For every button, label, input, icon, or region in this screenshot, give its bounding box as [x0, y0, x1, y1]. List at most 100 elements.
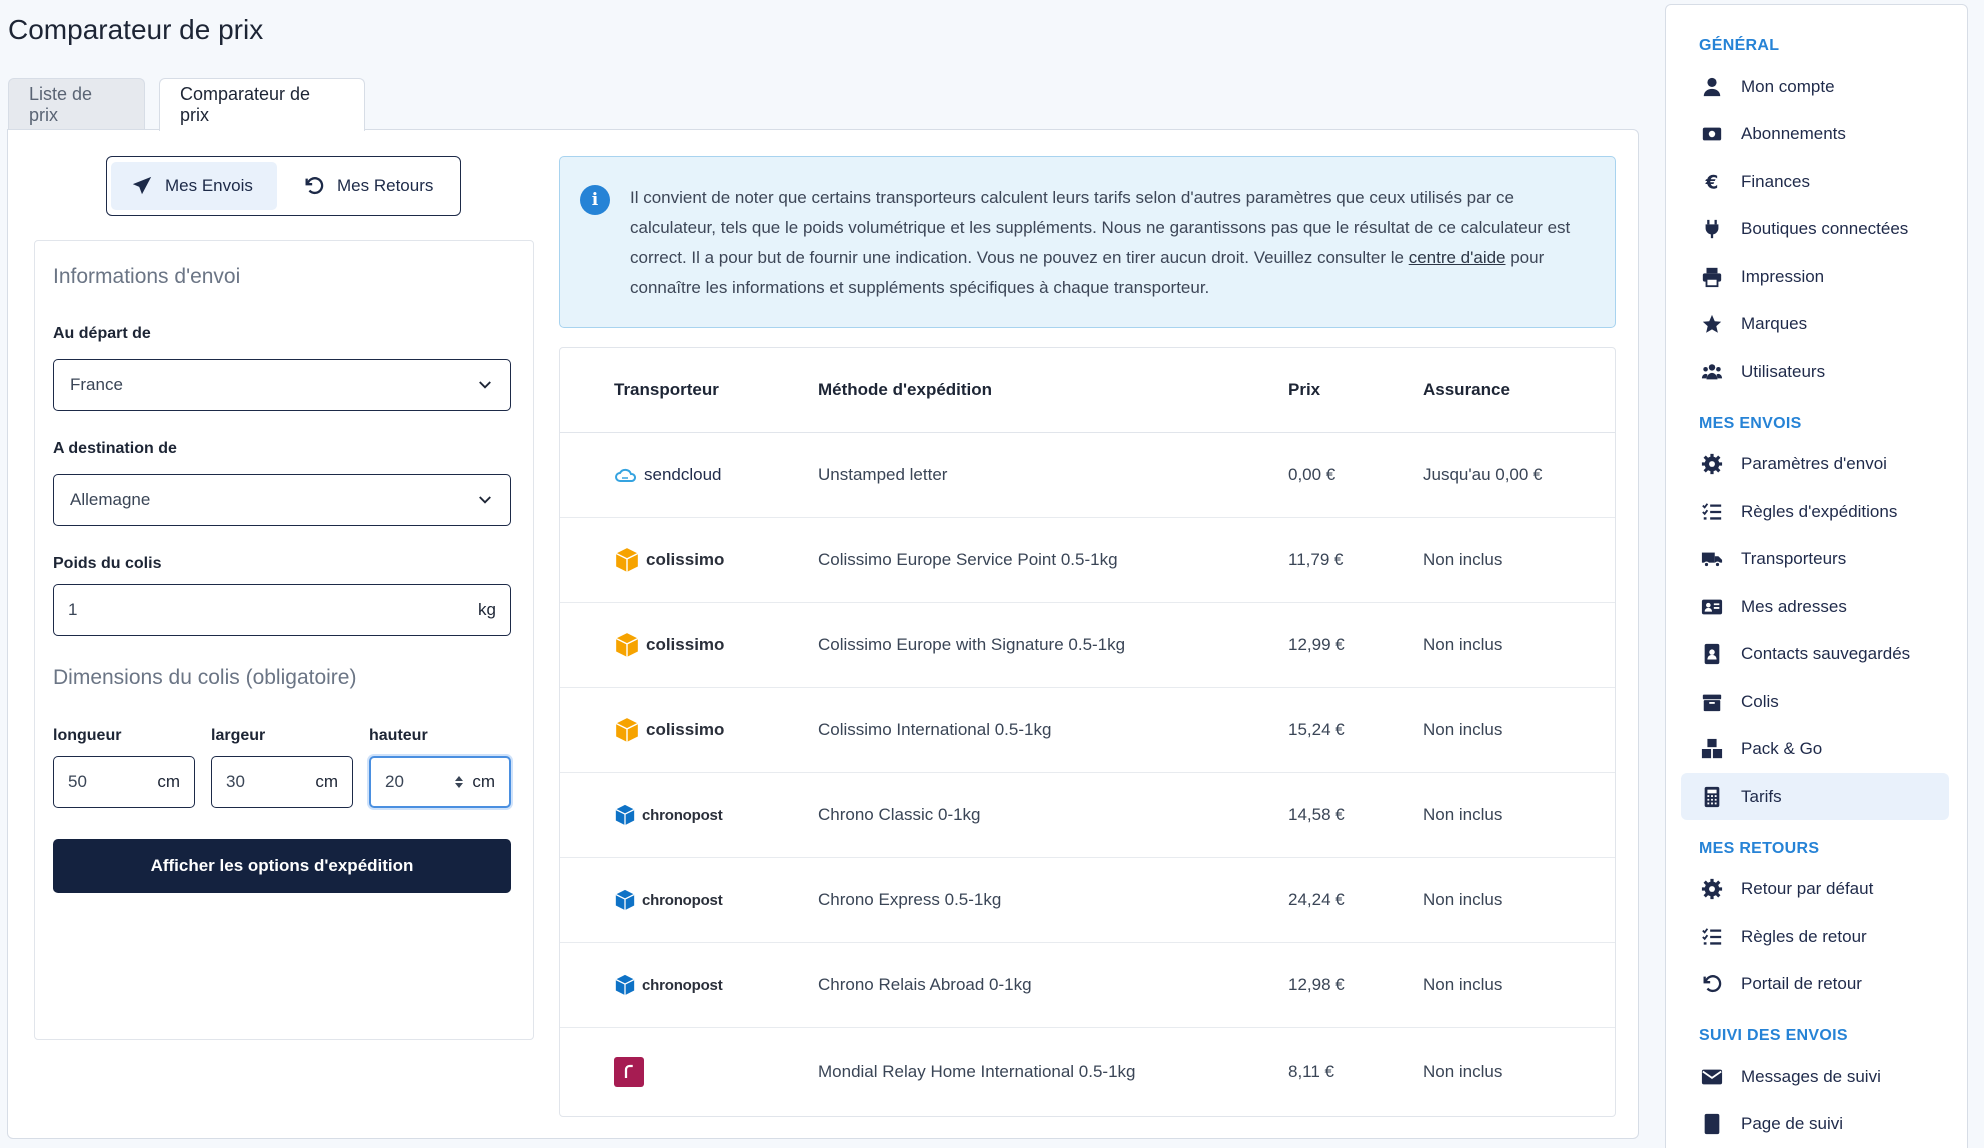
- tab-price-comparator[interactable]: Comparateur de prix: [159, 78, 365, 131]
- printer-icon: [1702, 267, 1722, 287]
- table-row[interactable]: sendcloud Unstamped letter 0,00 € Jusqu'au …: [560, 433, 1615, 518]
- shipping-info-title: Informations d'envoi: [53, 265, 241, 288]
- chronopost-cube-icon: [615, 974, 635, 996]
- method-cell: Chrono Classic 0-1kg: [818, 805, 981, 824]
- colissimo-box-icon: [615, 633, 639, 657]
- sidebar-item-regles-de-retour[interactable]: Règles de retour: [1681, 913, 1949, 960]
- height-input[interactable]: 20 cm: [369, 756, 511, 808]
- table-row[interactable]: Mondial Relay Home International 0.5-1kg…: [560, 1028, 1615, 1115]
- sidebar-item-marques[interactable]: Marques: [1681, 301, 1949, 348]
- page-title: Comparateur de prix: [8, 14, 264, 45]
- sidebar-item-label: Impression: [1741, 266, 1825, 286]
- header-method: Méthode d'expédition: [818, 380, 993, 399]
- insurance-cell: Jusqu'au 0,00 €: [1423, 465, 1543, 484]
- sidebar-item-utilisateurs[interactable]: Utilisateurs: [1681, 348, 1949, 395]
- price-cell: 0,00 €: [1288, 465, 1336, 484]
- sidebar-item-parametres-d-envoi[interactable]: Paramètres d'envoi: [1681, 441, 1949, 488]
- sidebar-item-messages-de-suivi[interactable]: Messages de suivi: [1681, 1053, 1949, 1100]
- sidebar-section-title: SUIVI DES ENVOIS: [1699, 1027, 1848, 1044]
- width-unit: cm: [315, 772, 338, 791]
- returns-toggle-label: Mes Retours: [337, 176, 434, 195]
- method-cell: Colissimo International 0.5-1kg: [818, 720, 1052, 739]
- sidebar-item-label: Marques: [1741, 314, 1808, 333]
- from-country-select[interactable]: France: [53, 359, 511, 411]
- plug-icon: [1705, 219, 1719, 239]
- paper-plane-icon: [132, 176, 152, 195]
- sidebar-item-label: Contacts sauvegardés: [1741, 644, 1911, 663]
- users-icon: [1701, 363, 1723, 379]
- table-row[interactable]: colissimo Colissimo International 0.5-1kg…: [560, 688, 1615, 773]
- chevron-down-icon: [479, 381, 491, 389]
- price-cell: 12,98 €: [1288, 975, 1345, 994]
- width-input[interactable]: 30 cm: [211, 756, 353, 808]
- table-header: Transporteur Méthode d'expédition Prix A…: [560, 348, 1615, 433]
- sends-toggle-button[interactable]: Mes Envois: [111, 162, 277, 210]
- sidebar-item-tarifs[interactable]: Tarifs: [1681, 773, 1949, 820]
- gear-icon: [1701, 453, 1723, 475]
- price-cell: 24,24 €: [1288, 890, 1345, 909]
- sidebar-item-colis[interactable]: Colis: [1681, 678, 1949, 725]
- tab-price-list[interactable]: Liste de prix: [8, 78, 145, 130]
- sidebar-item-label: Tarifs: [1741, 786, 1782, 806]
- sidebar-item-label: Mes adresses: [1741, 596, 1847, 616]
- undo-icon: [305, 177, 324, 195]
- sidebar-item-retour-par-defaut[interactable]: Retour par défaut: [1681, 866, 1949, 913]
- table-row[interactable]: colissimo Colissimo Europe Service Point …: [560, 518, 1615, 603]
- sidebar-item-portail-de-retour[interactable]: Portail de retour: [1681, 961, 1949, 1008]
- table-row[interactable]: colissimo Colissimo Europe with Signature…: [560, 603, 1615, 688]
- carrier-cell: [614, 1056, 644, 1087]
- height-value: 20: [385, 772, 404, 791]
- header-price: Prix: [1288, 380, 1321, 399]
- carrier-name: chronopost: [642, 891, 723, 909]
- sidebar-item-mes-adresses[interactable]: Mes adresses: [1681, 583, 1949, 630]
- sidebar-item-impression[interactable]: Impression: [1681, 253, 1949, 300]
- price-cell: 12,99 €: [1288, 635, 1345, 654]
- colissimo-box-icon: [615, 548, 639, 572]
- info-notice: i Il convient de noter que certains tran…: [559, 156, 1616, 328]
- sidebar-item-label: Pack & Go: [1741, 739, 1823, 758]
- sidebar-item-transporteurs[interactable]: Transporteurs: [1681, 536, 1949, 583]
- chevron-down-icon: [479, 496, 491, 504]
- sidebar-item-label: Page de suivi: [1741, 1114, 1844, 1133]
- page-icon: [1704, 1113, 1720, 1135]
- envelope-icon: [1701, 1069, 1723, 1084]
- table-row[interactable]: chronopost Chrono Relais Abroad 0-1kg 12,9…: [560, 943, 1615, 1028]
- sidebar-item-label: Retour par défaut: [1741, 879, 1874, 898]
- colissimo-box-icon: [615, 718, 639, 742]
- box-icon: [1702, 694, 1722, 711]
- weight-label: Poids du colis: [53, 555, 162, 572]
- help-center-link[interactable]: centre d'aide: [1409, 248, 1506, 267]
- sidebar-item-boutiques-connectees[interactable]: Boutiques connectées: [1681, 206, 1949, 253]
- comparator-panel: Mes Envois Mes Retours Informations d'en…: [7, 129, 1639, 1139]
- table-row[interactable]: chronopost Chrono Express 0.5-1kg 24,24 € N…: [560, 858, 1615, 943]
- length-input[interactable]: 50 cm: [53, 756, 195, 808]
- carrier-name: chronopost: [642, 806, 723, 824]
- sidebar-item-abonnements[interactable]: Abonnements: [1681, 111, 1949, 158]
- sidebar-item-finances[interactable]: € Finances: [1681, 158, 1949, 205]
- to-country-select[interactable]: Allemagne: [53, 474, 511, 526]
- returns-toggle-button[interactable]: Mes Retours: [283, 162, 453, 210]
- height-label: hauteur: [369, 727, 428, 744]
- sidebar-item-regles-d-expeditions[interactable]: Règles d'expéditions: [1681, 488, 1949, 535]
- sidebar-item-page-de-suivi[interactable]: Page de suivi: [1681, 1101, 1949, 1148]
- show-shipping-options-button[interactable]: Afficher les options d'expédition: [53, 839, 511, 893]
- method-cell: Chrono Relais Abroad 0-1kg: [818, 975, 1032, 994]
- header-insurance: Assurance: [1423, 380, 1510, 399]
- gear-icon: [1701, 878, 1723, 900]
- number-spinner-icon[interactable]: [454, 774, 464, 790]
- sidebar-item-contacts-sauvegardes[interactable]: Contacts sauvegardés: [1681, 631, 1949, 678]
- insurance-cell: Non inclus: [1423, 635, 1503, 654]
- from-country-value: France: [70, 375, 123, 394]
- direction-toggle: Mes Envois Mes Retours: [106, 156, 461, 216]
- insurance-cell: Non inclus: [1423, 550, 1503, 569]
- results-table: Transporteur Méthode d'expédition Prix A…: [559, 347, 1616, 1117]
- weight-input[interactable]: 1 kg: [53, 584, 511, 636]
- user-icon: [1703, 77, 1721, 96]
- sidebar-item-mon-compte[interactable]: Mon compte: [1681, 63, 1949, 110]
- sidebar-item-pack-go[interactable]: Pack & Go: [1681, 726, 1949, 773]
- insurance-cell: Non inclus: [1423, 805, 1503, 824]
- height-unit: cm: [472, 772, 495, 791]
- chronopost-cube-icon: [615, 889, 635, 911]
- table-row[interactable]: chronopost Chrono Classic 0-1kg 14,58 € Non…: [560, 773, 1615, 858]
- sidebar-item-label: Transporteurs: [1741, 549, 1847, 568]
